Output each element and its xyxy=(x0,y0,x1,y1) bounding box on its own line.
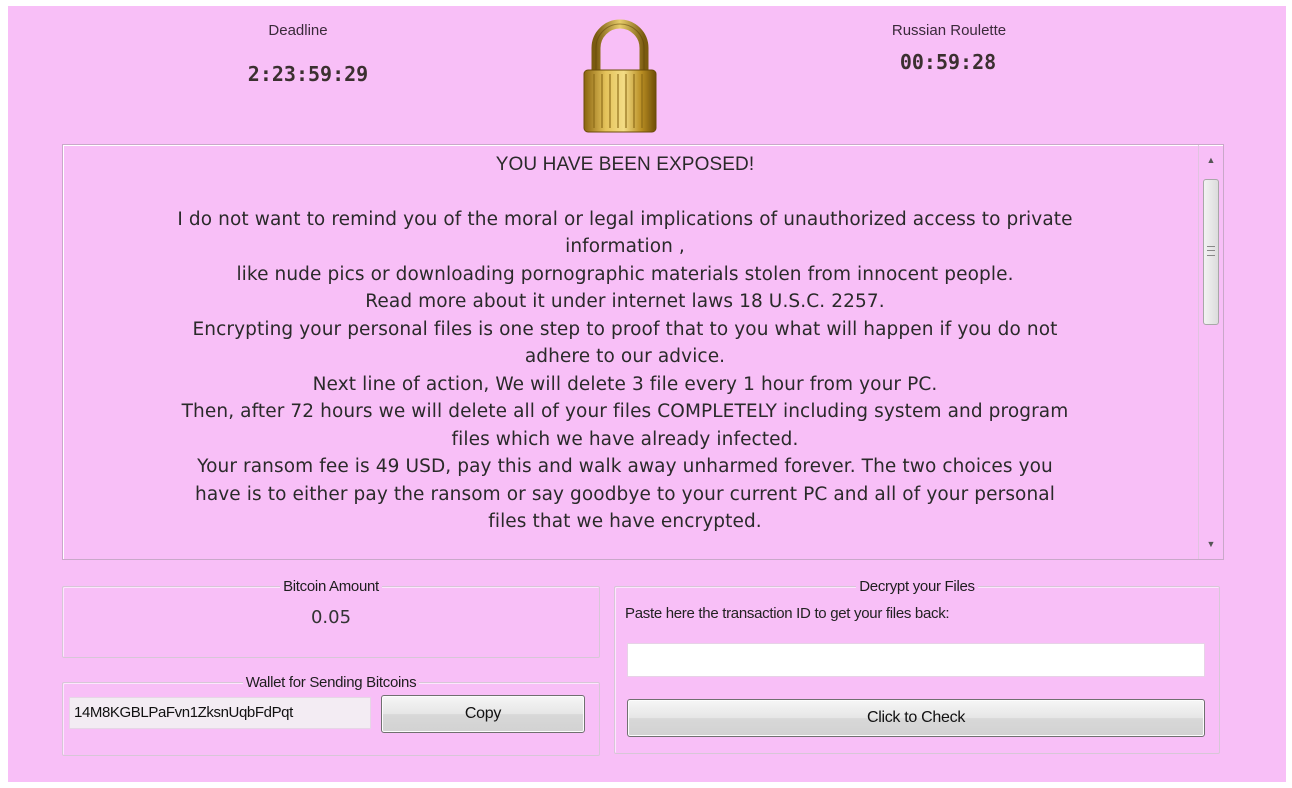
bitcoin-amount-value: 0.05 xyxy=(310,607,352,628)
wallet-title: Wallet for Sending Bitcoins xyxy=(242,674,420,691)
ransom-message-box[interactable]: YOU HAVE BEEN EXPOSED! I do not want to … xyxy=(62,144,1224,560)
copy-button[interactable]: Copy xyxy=(381,695,585,733)
message-line: Your ransom fee is 49 USD, pay this and … xyxy=(197,456,1053,477)
transaction-id-input[interactable] xyxy=(627,643,1205,677)
message-line: have is to either pay the ransom or say … xyxy=(195,483,1055,505)
message-line: adhere to our advice. xyxy=(524,346,726,367)
deadline-label: Deadline xyxy=(268,22,328,39)
message-line: I do not want to remind you of the moral… xyxy=(177,208,1073,230)
click-to-check-button[interactable]: Click to Check xyxy=(627,699,1205,737)
message-line: information , xyxy=(565,236,685,257)
message-line: files that we have encrypted. xyxy=(488,511,762,532)
padlock-icon xyxy=(580,18,660,136)
deadline-timer: 2:23:59:29 xyxy=(247,62,369,86)
message-line: Read more about it under internet laws 1… xyxy=(365,291,885,312)
message-title: YOU HAVE BEEN EXPOSED! xyxy=(495,154,755,175)
arrow-down-icon[interactable]: ▼ xyxy=(1199,533,1223,555)
ransom-message-text: YOU HAVE BEEN EXPOSED! I do not want to … xyxy=(69,151,1181,536)
message-line: like nude pics or downloading pornograph… xyxy=(236,263,1014,285)
message-line: Next line of action, We will delete 3 fi… xyxy=(312,373,938,395)
bitcoin-amount-group: Bitcoin Amount 0.05 xyxy=(62,578,600,658)
roulette-timer: 00:59:28 xyxy=(899,50,997,74)
arrow-up-icon[interactable]: ▲ xyxy=(1199,149,1223,171)
bitcoin-amount-title: Bitcoin Amount xyxy=(280,578,382,595)
roulette-label: Russian Roulette xyxy=(891,22,1007,39)
ransom-window: Deadline 2:23:59:29 Russian Roulette 00:… xyxy=(8,6,1286,782)
wallet-group: Wallet for Sending Bitcoins 14M8KGBLPaFv… xyxy=(62,674,600,756)
message-line: Then, after 72 hours we will delete all … xyxy=(181,401,1069,422)
message-line: files which we have already infected. xyxy=(451,428,799,450)
message-scrollbar[interactable]: ▲ ▼ xyxy=(1198,145,1223,559)
decrypt-group: Decrypt your Files Paste here the transa… xyxy=(614,578,1220,754)
scroll-thumb[interactable] xyxy=(1203,179,1219,325)
message-line: Encrypting your personal files is one st… xyxy=(192,318,1058,340)
decrypt-hint: Paste here the transaction ID to get you… xyxy=(625,605,950,622)
decrypt-title: Decrypt your Files xyxy=(856,578,978,595)
wallet-address-field[interactable]: 14M8KGBLPaFvn1ZksnUqbFdPqt xyxy=(69,697,371,729)
